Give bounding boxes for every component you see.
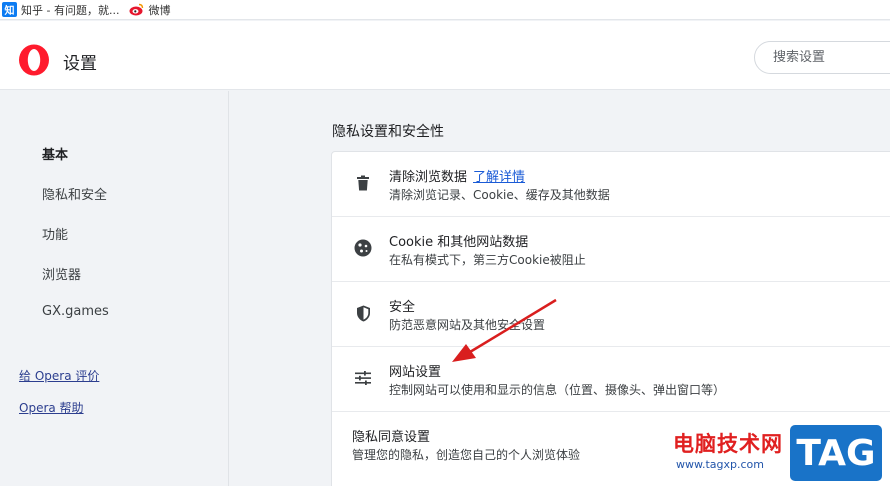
trash-icon: [354, 174, 372, 192]
row-title-text: 清除浏览数据: [389, 170, 468, 185]
watermark-url: www.tagxp.com: [676, 458, 764, 471]
row-subtitle: 控制网站可以使用和显示的信息（位置、摄像头、弹出窗口等）: [389, 383, 726, 397]
row-title: Cookie 和其他网站数据: [389, 235, 529, 250]
section-title: 隐私设置和安全性: [332, 124, 444, 140]
page-title: 设置: [63, 54, 97, 74]
sidebar-item-browser[interactable]: 浏览器: [42, 264, 81, 283]
settings-header: 设置: [0, 21, 890, 90]
bookmark-weibo[interactable]: 微博: [129, 2, 170, 18]
bookmark-zhihu[interactable]: 知 知乎 - 有问题，就...: [0, 2, 119, 18]
bookmarks-bar: 知 知乎 - 有问题，就... 微博: [0, 0, 890, 20]
sidebar-item-privacy[interactable]: 隐私和安全: [42, 184, 107, 203]
watermark-tag-logo: TAG: [790, 425, 882, 481]
row-subtitle: 清除浏览记录、Cookie、缓存及其他数据: [389, 188, 610, 202]
row-subtitle: 防范恶意网站及其他安全设置: [389, 318, 546, 332]
opera-logo-icon[interactable]: [18, 44, 50, 76]
row-title: 安全: [389, 300, 416, 315]
zhihu-icon: 知: [2, 2, 17, 17]
sidebar-item-features[interactable]: 功能: [42, 224, 68, 243]
watermark-site-name: 电脑技术网: [673, 432, 783, 456]
row-title: 隐私同意设置: [352, 430, 431, 445]
row-subtitle: 管理您的隐私，创造您自己的个人浏览体验: [352, 448, 581, 462]
row-cookies[interactable]: Cookie 和其他网站数据 在私有模式下，第三方Cookie被阻止: [332, 217, 890, 282]
row-title: 网站设置: [389, 365, 442, 380]
sidebar-item-gx-games[interactable]: GX.games: [42, 304, 109, 319]
opera-help-link[interactable]: Opera 帮助: [19, 399, 84, 416]
row-clear-browsing-data[interactable]: 清除浏览数据 了解详情 清除浏览记录、Cookie、缓存及其他数据: [332, 152, 890, 217]
row-subtitle: 在私有模式下，第三方Cookie被阻止: [389, 253, 586, 267]
row-security[interactable]: 安全 防范恶意网站及其他安全设置: [332, 282, 890, 347]
bookmark-label: 微博: [148, 3, 171, 17]
shield-icon: [354, 304, 372, 322]
weibo-icon: [129, 2, 144, 17]
sidebar-item-basic[interactable]: 基本: [42, 144, 68, 163]
rate-opera-link[interactable]: 给 Opera 评价: [19, 367, 99, 384]
sliders-icon: [354, 369, 372, 387]
search-input[interactable]: [754, 41, 890, 74]
row-title: 清除浏览数据 了解详情: [389, 166, 525, 185]
row-site-settings[interactable]: 网站设置 控制网站可以使用和显示的信息（位置、摄像头、弹出窗口等）: [332, 347, 890, 412]
learn-more-link[interactable]: 了解详情: [473, 170, 525, 185]
bookmark-label: 知乎 - 有问题，就...: [21, 3, 120, 17]
sidebar: 基本 隐私和安全 功能 浏览器 GX.games 给 Opera 评价 Oper…: [0, 91, 229, 486]
cookie-icon: [354, 239, 372, 257]
